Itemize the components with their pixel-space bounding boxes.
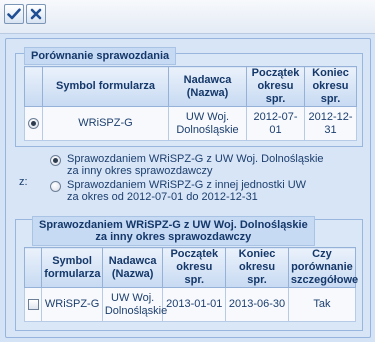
row-select-cell[interactable] (23, 287, 43, 322)
row-select-cell[interactable] (24, 106, 43, 141)
select-column-header (24, 66, 43, 107)
column-header-poczatek[interactable]: Początek okresu spr. (246, 66, 305, 107)
option-line: Sprawozdaniem WRiSPZ-G z innej jednostki… (67, 179, 307, 191)
header-line: okresu (257, 80, 294, 92)
header-line: spr. (320, 93, 341, 105)
other-period-table: Symbol formularza Nadawca (Nazwa) Począt… (23, 247, 359, 322)
column-header-koniec[interactable]: Koniec okresu spr. (304, 66, 357, 107)
confirm-button[interactable] (4, 4, 24, 24)
header-line: Czy (312, 248, 332, 260)
table-row[interactable]: WRiSPZ-G UW Woj. Dolnośląskie 2012-07-01… (24, 106, 357, 141)
close-icon (30, 8, 42, 20)
header-line: Koniec (238, 248, 276, 260)
header-line: porównanie (291, 261, 353, 273)
section-legend: Sprawozdaniem WRiSPZ-G z UW Woj. Dolnośl… (32, 216, 315, 246)
header-line: (Nazwa) (111, 267, 154, 280)
column-header-symbol[interactable]: Symbol formularza (41, 247, 103, 288)
select-column-header (23, 247, 43, 288)
header-line: Symbol (52, 254, 92, 267)
header-line: Nadawca (108, 254, 157, 267)
compare-option-other-unit[interactable]: Sprawozdaniem WRiSPZ-G z innej jednostki… (50, 179, 306, 203)
column-header-nadawca[interactable]: Nadawca (Nazwa) (101, 247, 164, 288)
cell-start-date: 2012-07-01 (246, 106, 305, 141)
cell-line: Dolnośląskie (176, 123, 239, 136)
cell-symbol: WRiSPZ-G (41, 287, 103, 322)
column-header-koniec[interactable]: Koniec okresu spr. (225, 247, 289, 288)
option-line: za inny okres sprawozdawczy (67, 165, 213, 177)
column-header-nadawca[interactable]: Nadawca (Nazwa) (168, 66, 247, 107)
cell-nadawca: UW Woj. Dolnośląskie (101, 287, 168, 322)
cell-line: UW Woj. (185, 110, 230, 123)
cell-line: Dolnośląskie (104, 304, 168, 317)
checkmark-icon (7, 8, 21, 20)
cell-end-date: 2012-12-31 (304, 106, 357, 141)
header-line: okresu spr. (176, 261, 213, 286)
header-line: spr. (265, 93, 286, 105)
table-row[interactable]: WRiSPZ-G UW Woj. Dolnośląskie 2013-01-01… (23, 287, 357, 322)
column-header-symbol[interactable]: Symbol formularza (42, 66, 169, 107)
header-line: szczegółowe (290, 274, 359, 286)
comparison-section: Porównanie sprawozdania Symbol formularz… (15, 47, 363, 147)
option-line: za okres od 2012-07-01 do 2012-12-31 (67, 191, 258, 203)
cell-symbol: WRiSPZ-G (42, 106, 169, 141)
section-legend: Porównanie sprawozdania (24, 47, 177, 65)
legend-line: za inny okres sprawozdawczy (95, 231, 252, 243)
option-line: Sprawozdaniem WRiSPZ-G z UW Woj. Dolnośl… (67, 153, 324, 165)
option-radio[interactable] (50, 155, 61, 166)
cancel-button[interactable] (26, 4, 46, 24)
cell-line: UW Woj. (111, 291, 155, 304)
option-text[interactable]: Sprawozdaniem WRiSPZ-G z UW Woj. Dolnośl… (67, 153, 324, 177)
option-text[interactable]: Sprawozdaniem WRiSPZ-G z innej jednostki… (67, 179, 306, 203)
dialog-panel: Porównanie sprawozdania Symbol formularz… (5, 38, 371, 338)
header-line: Początek (251, 67, 300, 79)
header-line: Początek (170, 248, 219, 260)
header-line: okresu (312, 80, 349, 92)
cell-nadawca: UW Woj. Dolnośląskie (168, 106, 247, 141)
row-radio[interactable] (28, 117, 39, 129)
header-line: (Nazwa) (186, 86, 229, 99)
cell-detailed: Tak (287, 287, 357, 322)
toolbar (0, 0, 375, 34)
column-header-poczatek[interactable]: Początek okresu spr. (162, 247, 227, 288)
compare-label: z: (19, 176, 28, 188)
comparison-table: Symbol formularza Nadawca (Nazwa) Począt… (24, 66, 357, 141)
header-line: Koniec (312, 67, 349, 79)
column-header-porownanie[interactable]: Czy porównanie szczegółowe (287, 247, 359, 288)
legend-line: Sprawozdaniem WRiSPZ-G z UW Woj. Dolnośl… (39, 219, 308, 231)
header-line: Nadawca (183, 73, 232, 86)
option-radio[interactable] (50, 181, 61, 192)
cell-end-date: 2013-06-30 (225, 287, 289, 322)
cell-start-date: 2013-01-01 (162, 287, 227, 322)
header-line: formularza (44, 267, 101, 280)
header-line: okresu spr. (238, 261, 276, 286)
row-checkbox[interactable] (27, 298, 39, 310)
compare-option-other-period[interactable]: Sprawozdaniem WRiSPZ-G z UW Woj. Dolnośl… (50, 153, 324, 177)
other-period-section: Sprawozdaniem WRiSPZ-G z UW Woj. Dolnośl… (15, 216, 363, 331)
